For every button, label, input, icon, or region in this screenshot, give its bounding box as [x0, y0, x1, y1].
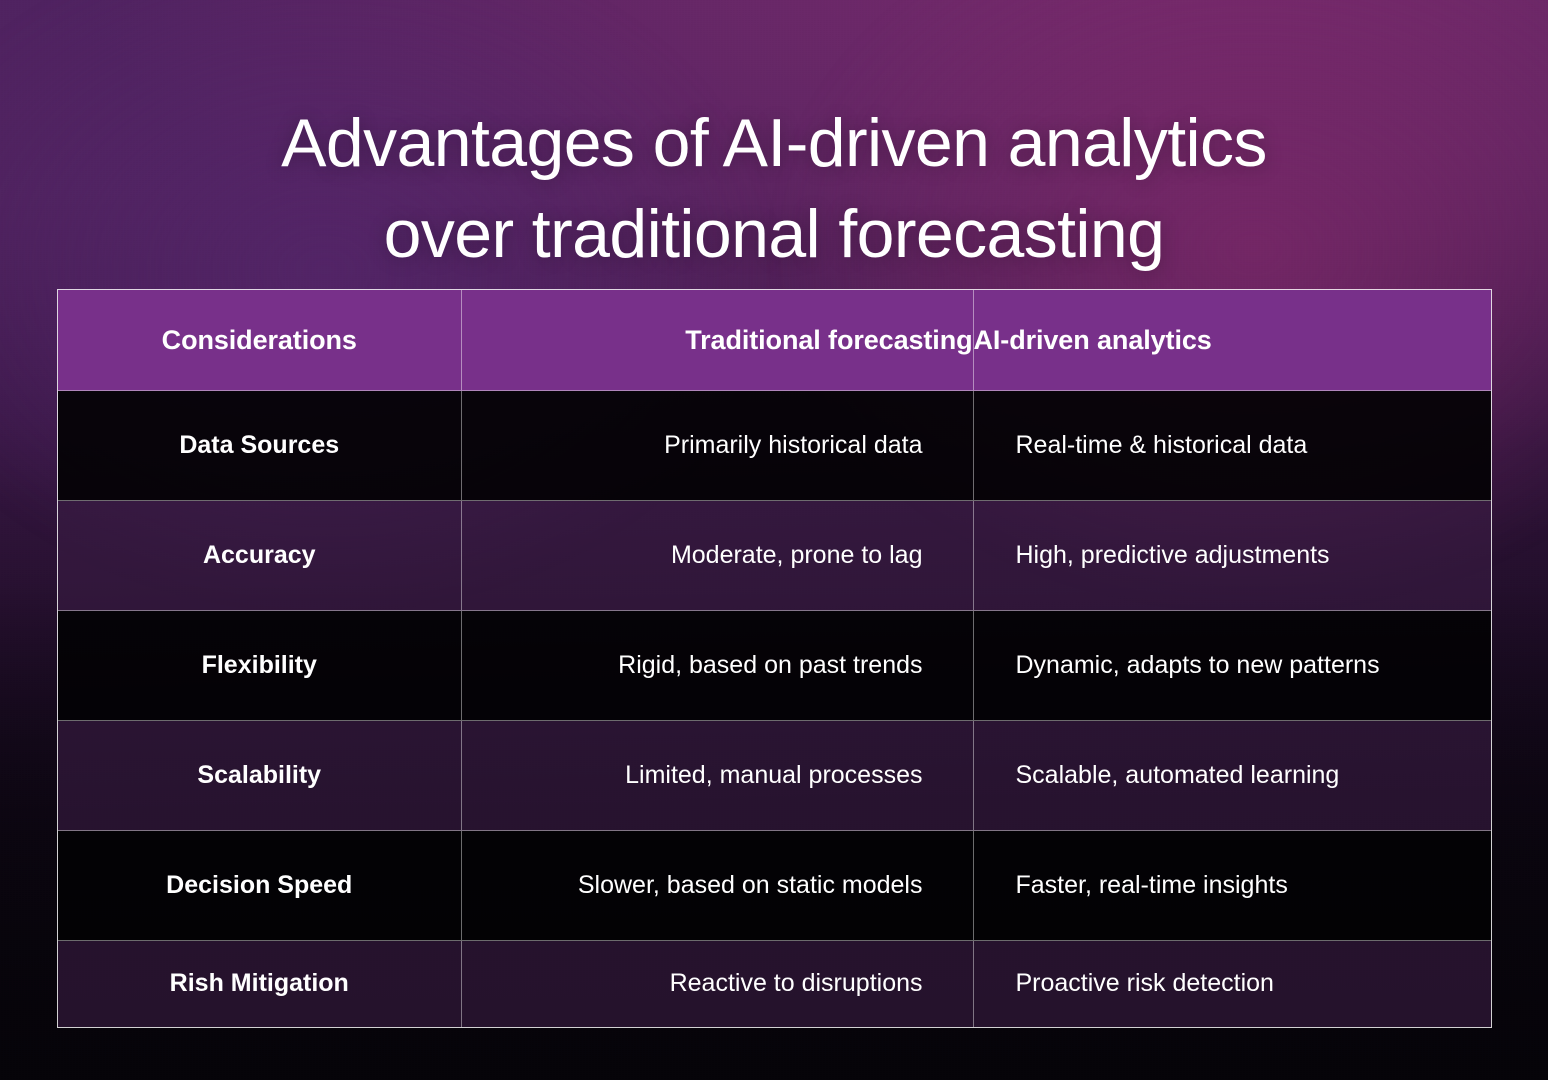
column-header-considerations: Considerations	[58, 290, 462, 391]
table-row: Accuracy Moderate, prone to lag High, pr…	[58, 500, 1491, 611]
cell-consideration: Data Sources	[58, 390, 462, 501]
cell-consideration: Accuracy	[58, 500, 462, 611]
cell-ai-driven: Faster, real-time insights	[973, 830, 1491, 941]
cell-traditional: Limited, manual processes	[461, 720, 974, 831]
table-row: Flexibility Rigid, based on past trends …	[58, 610, 1491, 721]
cell-traditional: Primarily historical data	[461, 390, 974, 501]
cell-consideration: Decision Speed	[58, 830, 462, 941]
comparison-table-container: Considerations Traditional forecasting A…	[57, 289, 1492, 1028]
cell-ai-driven: Scalable, automated learning	[973, 720, 1491, 831]
cell-traditional: Slower, based on static models	[461, 830, 974, 941]
column-header-ai-driven-analytics: AI-driven analytics	[973, 290, 1491, 391]
cell-ai-driven: Real-time & historical data	[973, 390, 1491, 501]
table-row: Decision Speed Slower, based on static m…	[58, 830, 1491, 941]
table-body: Data Sources Primarily historical data R…	[58, 390, 1491, 1027]
cell-ai-driven: High, predictive adjustments	[973, 500, 1491, 611]
table-header-row: Considerations Traditional forecasting A…	[58, 290, 1491, 391]
comparison-table: Considerations Traditional forecasting A…	[58, 290, 1491, 1027]
column-header-traditional-forecasting: Traditional forecasting	[461, 290, 974, 391]
table-row: Scalability Limited, manual processes Sc…	[58, 720, 1491, 831]
cell-traditional: Reactive to disruptions	[461, 940, 974, 1027]
slide-title: Advantages of AI-driven analytics over t…	[281, 104, 1267, 273]
cell-ai-driven: Dynamic, adapts to new patterns	[973, 610, 1491, 721]
cell-consideration: Scalability	[58, 720, 462, 831]
cell-consideration: Flexibility	[58, 610, 462, 721]
slide-canvas: Advantages of AI-driven analytics over t…	[0, 0, 1548, 1080]
table-header: Considerations Traditional forecasting A…	[58, 290, 1491, 391]
cell-ai-driven: Proactive risk detection	[973, 940, 1491, 1027]
table-row: Data Sources Primarily historical data R…	[58, 390, 1491, 501]
cell-traditional: Rigid, based on past trends	[461, 610, 974, 721]
cell-consideration: Rish Mitigation	[58, 940, 462, 1027]
table-row: Rish Mitigation Reactive to disruptions …	[58, 940, 1491, 1027]
cell-traditional: Moderate, prone to lag	[461, 500, 974, 611]
